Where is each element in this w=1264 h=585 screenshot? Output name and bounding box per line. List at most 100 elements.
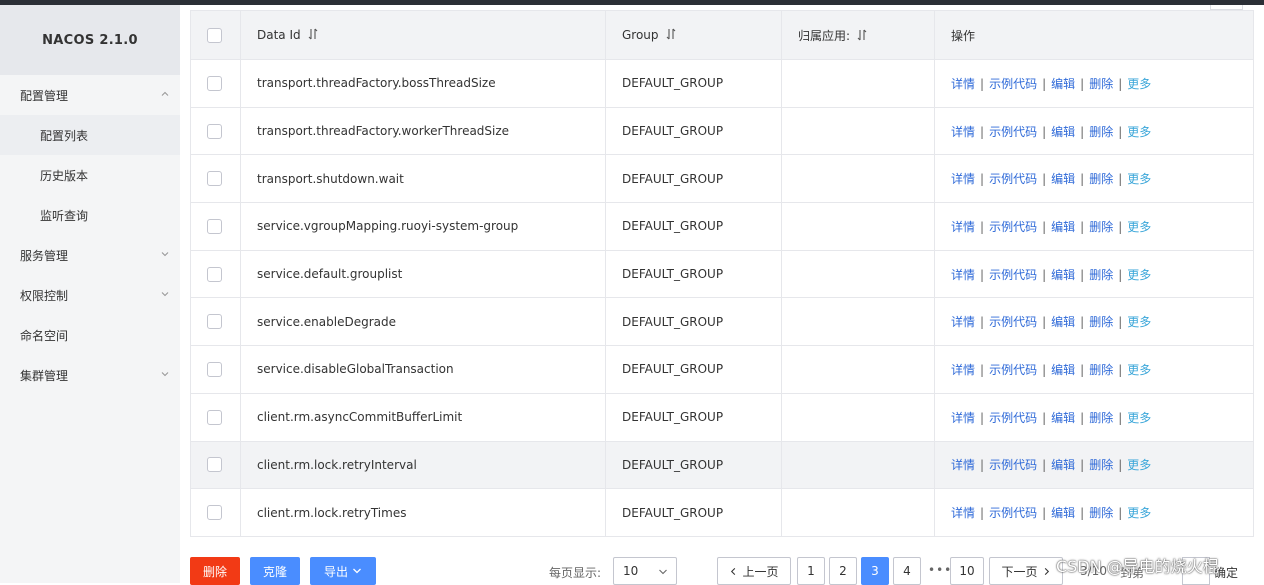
sample-link[interactable]: 示例代码 <box>989 125 1037 139</box>
more-link[interactable]: 更多 <box>1127 315 1151 329</box>
prev-page-button[interactable]: 上一页 <box>717 557 791 585</box>
row-checkbox[interactable] <box>207 218 222 234</box>
detail-link[interactable]: 详情 <box>951 411 975 425</box>
header-label: 操作 <box>951 28 976 43</box>
delete-link[interactable]: 删除 <box>1089 220 1113 234</box>
sidebar-item-service-management[interactable]: 服务管理 <box>0 235 180 275</box>
op-separator: | <box>1080 362 1085 377</box>
edit-link[interactable]: 编辑 <box>1051 268 1075 282</box>
row-checkbox[interactable] <box>207 75 222 91</box>
edit-link[interactable]: 编辑 <box>1051 458 1075 472</box>
per-page-label: 每页显示: <box>549 566 602 580</box>
page-button-2[interactable]: 2 <box>829 557 857 585</box>
detail-link[interactable]: 详情 <box>951 220 975 234</box>
edit-link[interactable]: 编辑 <box>1051 315 1075 329</box>
sidebar-item-config-management[interactable]: 配置管理 <box>0 75 180 115</box>
row-select-cell <box>190 154 241 204</box>
more-link[interactable]: 更多 <box>1127 220 1151 234</box>
sidebar-item-listener-query[interactable]: 监听查询 <box>0 195 180 235</box>
row-checkbox[interactable] <box>207 171 222 187</box>
delete-link[interactable]: 删除 <box>1089 268 1113 282</box>
sample-link[interactable]: 示例代码 <box>989 363 1037 377</box>
more-link[interactable]: 更多 <box>1127 458 1151 472</box>
detail-link[interactable]: 详情 <box>951 268 975 282</box>
table-row: client.rm.lock.retryTimes DEFAULT_GROUP 详情… <box>190 488 1254 537</box>
more-link[interactable]: 更多 <box>1127 77 1151 91</box>
delete-link[interactable]: 删除 <box>1089 172 1113 186</box>
more-link[interactable]: 更多 <box>1127 125 1151 139</box>
sidebar-item-config-list[interactable]: 配置列表 <box>0 115 180 155</box>
delete-link[interactable]: 删除 <box>1089 458 1113 472</box>
op-separator: | <box>1080 410 1085 425</box>
edit-link[interactable]: 编辑 <box>1051 172 1075 186</box>
edit-link[interactable]: 编辑 <box>1051 506 1075 520</box>
sample-link[interactable]: 示例代码 <box>989 220 1037 234</box>
row-checkbox[interactable] <box>207 266 222 282</box>
page-button-4[interactable]: 4 <box>893 557 921 585</box>
export-label: 导出 <box>323 564 348 579</box>
row-checkbox[interactable] <box>207 123 222 139</box>
page-ellipsis: ••• <box>928 563 953 577</box>
page-button-1[interactable]: 1 <box>797 557 825 585</box>
next-page-button[interactable]: 下一页 <box>989 557 1063 585</box>
more-link[interactable]: 更多 <box>1127 506 1151 520</box>
sample-link[interactable]: 示例代码 <box>989 268 1037 282</box>
delete-link[interactable]: 删除 <box>1089 125 1113 139</box>
detail-link[interactable]: 详情 <box>951 77 975 91</box>
more-link[interactable]: 更多 <box>1127 268 1151 282</box>
data-id-cell: service.enableDegrade <box>240 297 606 347</box>
sample-link[interactable]: 示例代码 <box>989 172 1037 186</box>
edit-link[interactable]: 编辑 <box>1051 411 1075 425</box>
delete-link[interactable]: 删除 <box>1089 363 1113 377</box>
row-checkbox[interactable] <box>207 505 222 521</box>
more-link[interactable]: 更多 <box>1127 363 1151 377</box>
sample-link[interactable]: 示例代码 <box>989 77 1037 91</box>
row-checkbox[interactable] <box>207 457 222 473</box>
page-button-10[interactable]: 10 <box>950 557 984 585</box>
per-page-select[interactable]: 10 <box>613 557 677 585</box>
export-button[interactable]: 导出 <box>310 557 376 585</box>
op-separator: | <box>1080 76 1085 91</box>
detail-link[interactable]: 详情 <box>951 172 975 186</box>
sort-icon[interactable] <box>856 29 868 41</box>
delete-link[interactable]: 删除 <box>1089 77 1113 91</box>
select-all-checkbox[interactable] <box>207 27 222 43</box>
more-link[interactable]: 更多 <box>1127 411 1151 425</box>
sample-link[interactable]: 示例代码 <box>989 458 1037 472</box>
detail-link[interactable]: 详情 <box>951 125 975 139</box>
sample-link[interactable]: 示例代码 <box>989 315 1037 329</box>
header-data-id: Data Id <box>240 10 606 60</box>
ops-cell: 详情 | 示例代码 | 编辑 | 删除 | 更多 <box>934 202 1254 251</box>
detail-link[interactable]: 详情 <box>951 363 975 377</box>
detail-link[interactable]: 详情 <box>951 506 975 520</box>
sample-link[interactable]: 示例代码 <box>989 411 1037 425</box>
edit-link[interactable]: 编辑 <box>1051 125 1075 139</box>
header-group: Group <box>605 10 782 60</box>
delete-link[interactable]: 删除 <box>1089 315 1113 329</box>
clone-button[interactable]: 克隆 <box>250 557 300 585</box>
edit-link[interactable]: 编辑 <box>1051 220 1075 234</box>
delete-link[interactable]: 删除 <box>1089 411 1113 425</box>
delete-link[interactable]: 删除 <box>1089 506 1113 520</box>
more-link[interactable]: 更多 <box>1127 172 1151 186</box>
sidebar-item-history[interactable]: 历史版本 <box>0 155 180 195</box>
delete-button[interactable]: 删除 <box>190 557 240 585</box>
sample-link[interactable]: 示例代码 <box>989 506 1037 520</box>
detail-link[interactable]: 详情 <box>951 315 975 329</box>
row-checkbox[interactable] <box>207 361 222 377</box>
sort-icon[interactable] <box>307 28 319 40</box>
edit-link[interactable]: 编辑 <box>1051 77 1075 91</box>
per-page-value: 10 <box>623 564 639 578</box>
row-checkbox[interactable] <box>207 314 222 330</box>
page-button-3-current[interactable]: 3 <box>861 557 889 585</box>
detail-link[interactable]: 详情 <box>951 458 975 472</box>
sidebar-item-access-control[interactable]: 权限控制 <box>0 275 180 315</box>
sort-icon[interactable] <box>665 28 677 40</box>
sidebar-item-cluster-management[interactable]: 集群管理 <box>0 355 180 395</box>
row-checkbox[interactable] <box>207 409 222 425</box>
config-table: Data Id Group 归属应用: 操作 transport.threadF… <box>190 10 1254 537</box>
op-separator: | <box>980 410 985 425</box>
op-separator: | <box>980 506 985 521</box>
sidebar-item-namespace[interactable]: 命名空间 <box>0 315 180 355</box>
edit-link[interactable]: 编辑 <box>1051 363 1075 377</box>
